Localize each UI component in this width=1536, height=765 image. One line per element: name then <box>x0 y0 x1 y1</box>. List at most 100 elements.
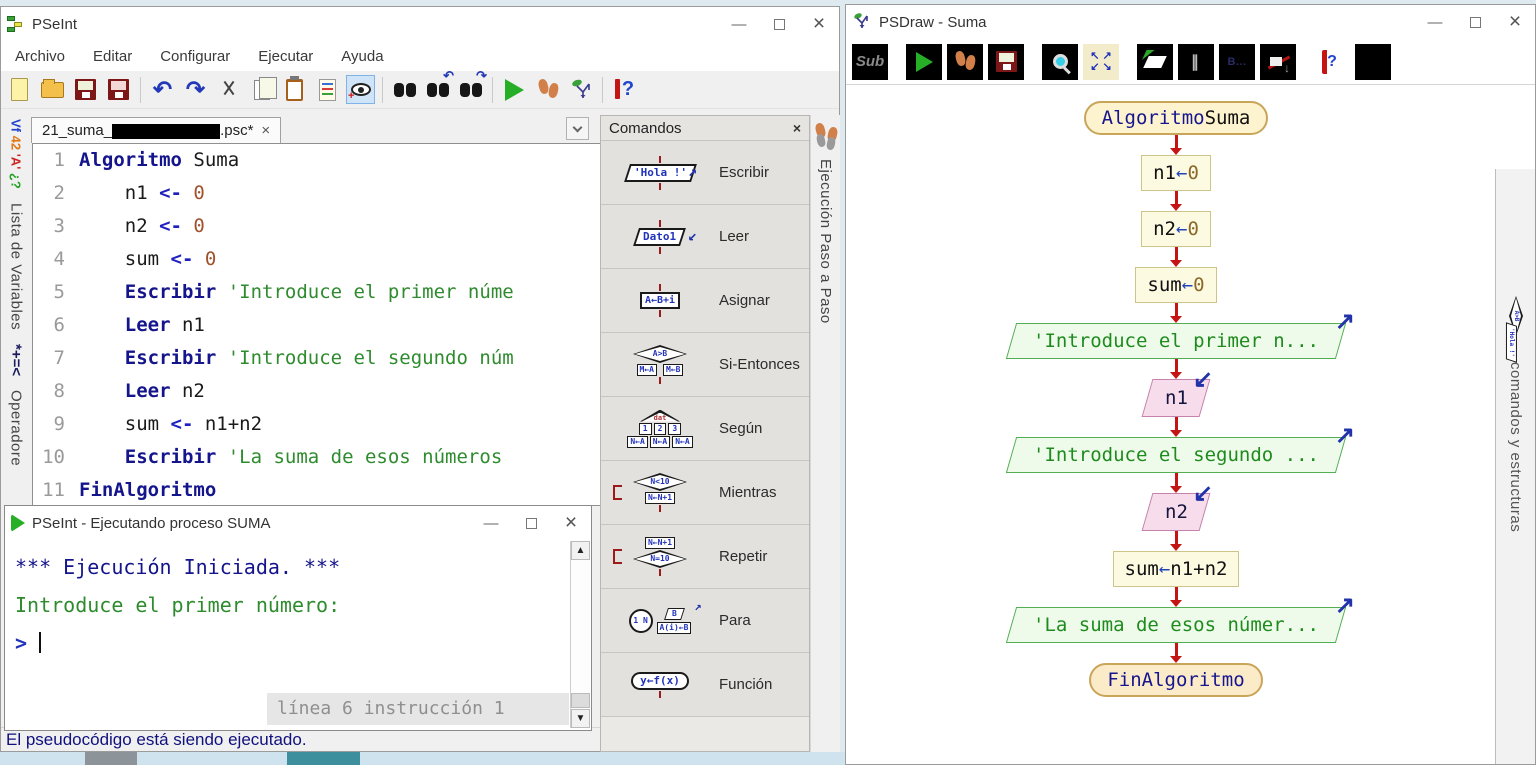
flow-assign-n2[interactable]: n2 ← 0 <box>1141 211 1211 247</box>
tab-close-icon[interactable]: × <box>261 122 270 139</box>
editor-line[interactable]: 1Algoritmo Suma <box>33 144 600 177</box>
help-button[interactable]: ? <box>610 75 639 104</box>
command-leer[interactable]: Dato1 ↙ Leer <box>601 205 809 269</box>
variables-tab[interactable]: Lista de Variables <box>8 203 25 330</box>
disable-flow-button[interactable] <box>1260 44 1296 80</box>
toggle-comments-button[interactable]: ∥ <box>1178 44 1214 80</box>
psdraw-maximize-button[interactable] <box>1455 5 1495 39</box>
pseint-titlebar[interactable]: PSeInt — × <box>1 7 839 41</box>
flow-end-node[interactable]: FinAlgoritmo <box>1089 663 1262 697</box>
psdraw-close-button[interactable]: × <box>1495 5 1535 39</box>
step-run-button[interactable] <box>533 75 562 104</box>
menu-archivo[interactable]: Archivo <box>15 48 65 65</box>
zoom-button[interactable] <box>1042 44 1078 80</box>
step-by-step-tab[interactable]: Ejecución Paso a Paso <box>810 115 840 752</box>
run-button[interactable] <box>500 75 529 104</box>
menu-ayuda[interactable]: Ayuda <box>341 48 383 65</box>
command-funcion[interactable]: y←f(x) Función <box>601 653 809 717</box>
console-minimize-button[interactable]: — <box>471 506 511 540</box>
console-scrollbar[interactable]: ▲ ▼ <box>570 541 590 728</box>
fit-view-button[interactable]: ↖ ↗↙ ↘ <box>1083 44 1119 80</box>
psdraw-titlebar[interactable]: PSDraw - Suma — × <box>846 5 1535 39</box>
step-button[interactable] <box>947 44 983 80</box>
editor-line[interactable]: 6 Leer n1 <box>33 309 600 342</box>
command-escribir[interactable]: 'Hola !' ↗ Escribir <box>601 141 809 205</box>
code-editor[interactable]: 1Algoritmo Suma 2 n1 <- 0 3 n2 <- 0 4 su… <box>32 143 601 506</box>
flow-write-2[interactable]: 'Introduce el segundo ... ↗ <box>1011 437 1341 473</box>
flow-start-node[interactable]: Algoritmo Suma <box>1084 101 1269 135</box>
copy-button[interactable] <box>247 75 276 104</box>
paste-button[interactable] <box>280 75 309 104</box>
menu-configurar[interactable]: Configurar <box>160 48 230 65</box>
editor-line[interactable]: 8 Leer n2 <box>33 375 600 408</box>
console-prompt-line[interactable]: > <box>15 624 591 662</box>
flow-read-n2[interactable]: n2 ↙ <box>1147 493 1205 531</box>
pseint-minimize-button[interactable]: — <box>719 7 759 41</box>
edit-colors-button[interactable] <box>1137 44 1173 80</box>
editor-line[interactable]: 9 sum <- n1+n2 <box>33 408 600 441</box>
save-image-button[interactable] <box>988 44 1024 80</box>
new-file-button[interactable] <box>5 75 34 104</box>
command-segun[interactable]: dat 123 N←AN←AN←A Según <box>601 397 809 461</box>
editor-line[interactable]: 5 Escribir 'Introduce el primer núme <box>33 276 600 309</box>
save-as-button[interactable] <box>104 75 133 104</box>
flow-assign-sum-expr[interactable]: sum ← n1+n2 <box>1113 551 1240 587</box>
command-mientras[interactable]: N<10 N←N+1 Mientras <box>601 461 809 525</box>
pseint-maximize-button[interactable] <box>759 7 799 41</box>
undo-button[interactable]: ↶ <box>148 75 177 104</box>
find-button[interactable] <box>390 75 419 104</box>
find-prev-button[interactable]: ↶ <box>423 75 452 104</box>
console-maximize-button[interactable] <box>511 506 551 540</box>
editor-line[interactable]: 3 n2 <- 0 <box>33 210 600 243</box>
operators-tab-icon[interactable]: *+=< <box>8 344 25 376</box>
tab-list-dropdown[interactable] <box>566 117 589 140</box>
run-button[interactable] <box>906 44 942 80</box>
editor-line[interactable]: 10 Escribir 'La suma de esos números <box>33 441 600 474</box>
flow-assign-sum[interactable]: sum ← 0 <box>1135 267 1216 303</box>
toggle-labels-button[interactable]: B… <box>1219 44 1255 80</box>
console-close-button[interactable]: × <box>551 506 591 540</box>
console-titlebar[interactable]: PSeInt - Ejecutando proceso SUMA — × <box>5 506 591 540</box>
menu-ejecutar[interactable]: Ejecutar <box>258 48 313 65</box>
pseint-close-button[interactable]: × <box>799 7 839 41</box>
comandos-header[interactable]: Comandos × <box>601 116 809 141</box>
operators-tab[interactable]: Operadore <box>8 390 25 466</box>
command-si-entonces[interactable]: A>B M←AM←B Si-Entonces <box>601 333 809 397</box>
psdraw-help-button[interactable]: ? <box>1314 44 1350 80</box>
psdraw-minimize-button[interactable]: — <box>1415 5 1455 39</box>
flow-write-1[interactable]: 'Introduce el primer n... ↗ <box>1011 323 1341 359</box>
editor-line[interactable]: 11FinAlgoritmo <box>33 474 600 506</box>
next-arrow-icon: ↷ <box>476 69 487 82</box>
editor-line[interactable]: 2 n1 <- 0 <box>33 177 600 210</box>
menu-editar[interactable]: Editar <box>93 48 132 65</box>
input-arrow-icon: ↙ <box>1193 365 1213 394</box>
open-file-button[interactable] <box>38 75 67 104</box>
editor-line[interactable]: 4 sum <- 0 <box>33 243 600 276</box>
blank-button[interactable] <box>1355 44 1391 80</box>
editor-line[interactable]: 7 Escribir 'Introduce el segundo núm <box>33 342 600 375</box>
draw-flowchart-button[interactable] <box>566 75 595 104</box>
comandos-close-icon[interactable]: × <box>793 120 801 136</box>
command-para[interactable]: 1 N B A(i)←B ↗ Para <box>601 589 809 653</box>
cut-button[interactable] <box>214 75 243 104</box>
redo-button[interactable]: ↷ <box>181 75 210 104</box>
desktop-icon-edge <box>287 752 360 765</box>
save-button[interactable] <box>71 75 100 104</box>
psdraw-toolbar: Sub ↖ ↗↙ ↘ ∥ B… ? <box>846 39 1535 85</box>
flow-write-3[interactable]: 'La suma de esos númer... ↗ <box>1011 607 1341 643</box>
syntax-list-button[interactable] <box>313 75 342 104</box>
file-tab[interactable]: 21_suma_.psc* × <box>31 117 281 143</box>
scroll-up-button[interactable]: ▲ <box>571 541 590 560</box>
variables-tab-icon[interactable]: Vf 42 'A' ¿? <box>9 119 24 189</box>
subprocess-button[interactable]: Sub <box>852 44 888 80</box>
command-asignar[interactable]: A←B+i Asignar <box>601 269 809 333</box>
psdraw-side-tab[interactable]: A>B 'Hola !' comandos y estructuras <box>1495 169 1535 764</box>
syntax-view-button[interactable]: + <box>346 75 375 104</box>
command-repetir[interactable]: N←N+1 N=10 Repetir <box>601 525 809 589</box>
flow-read-n1[interactable]: n1 ↙ <box>1147 379 1205 417</box>
flowchart-canvas[interactable]: Algoritmo Suma n1 ← 0 n2 ← 0 sum ← 0 'In… <box>846 87 1535 764</box>
scroll-thumb[interactable] <box>571 693 590 708</box>
scroll-down-button[interactable]: ▼ <box>571 709 590 728</box>
flow-assign-n1[interactable]: n1 ← 0 <box>1141 155 1211 191</box>
find-next-button[interactable]: ↷ <box>456 75 485 104</box>
